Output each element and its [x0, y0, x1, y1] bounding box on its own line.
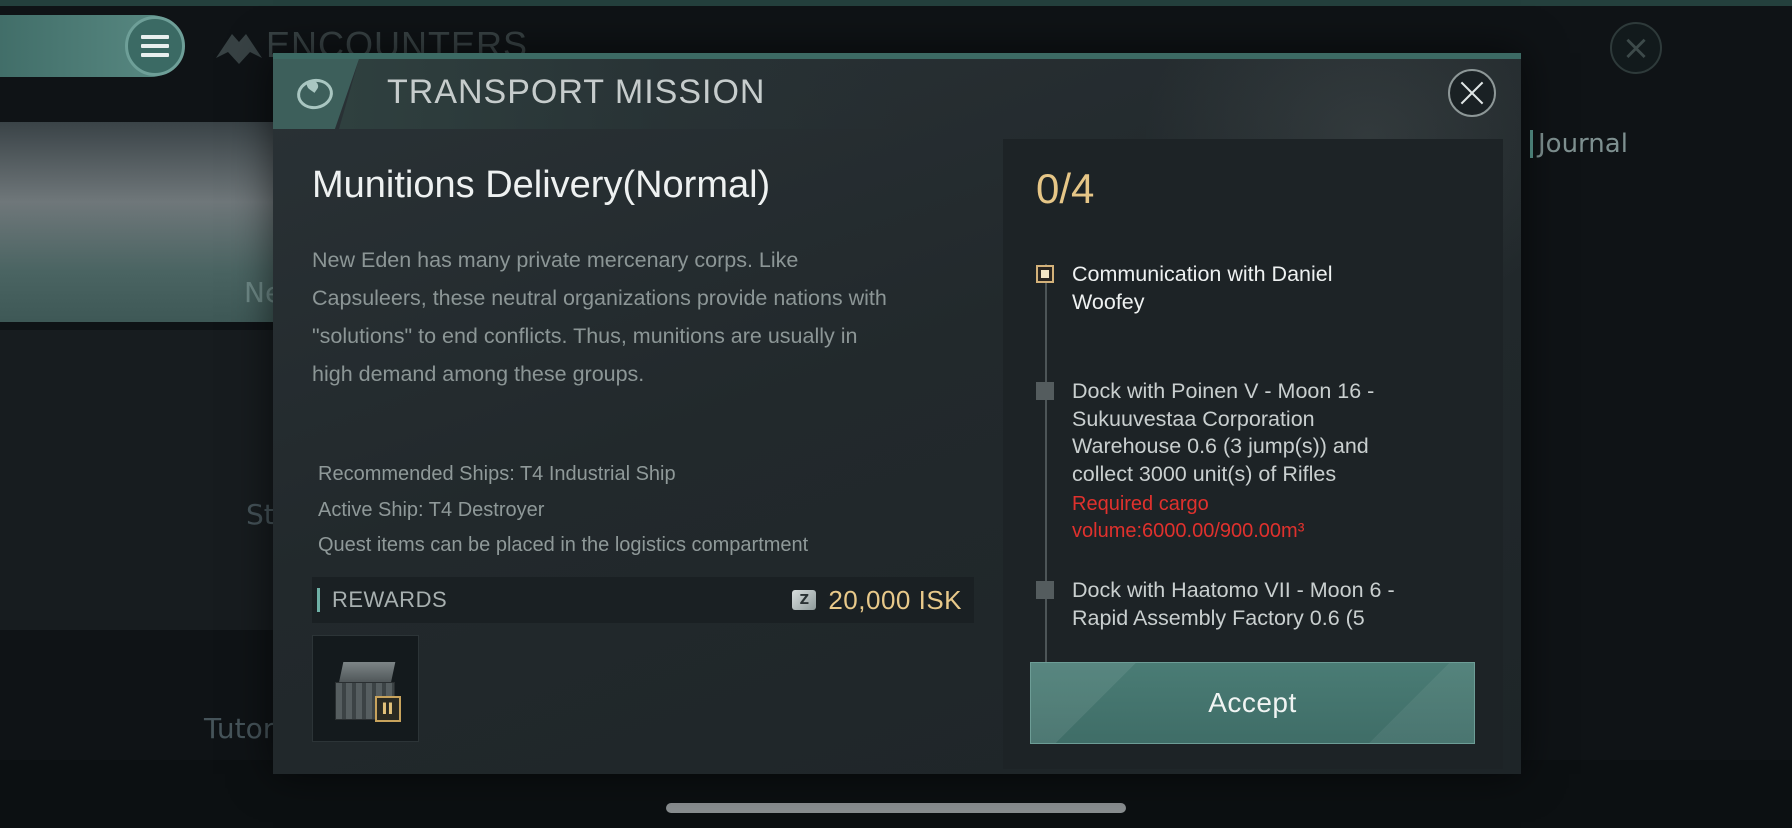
mission-name: Munitions Delivery(Normal) — [312, 164, 771, 206]
reward-item-slot[interactable]: II — [312, 635, 419, 742]
steps-list[interactable]: Communication with Daniel Woofey Dock wi… — [1003, 239, 1503, 689]
isk-amount: 20,000 ISK — [828, 584, 962, 615]
step-1-text: Communication with Daniel Woofey — [1072, 262, 1333, 314]
mission-progress-panel: 0/4 Communication with Daniel Woofey Doc… — [1003, 139, 1503, 769]
quest-items-note: Quest items can be placed in the logisti… — [318, 534, 809, 556]
step-node-icon — [1036, 382, 1054, 400]
journal-tab[interactable]: Journal — [1530, 130, 1628, 158]
step-3-text: Dock with Haatomo VII - Moon 6 - Rapid A… — [1072, 578, 1395, 630]
active-ship: Active Ship: T4 Destroyer — [318, 498, 545, 521]
modal-title: TRANSPORT MISSION — [387, 73, 766, 111]
accept-label: Accept — [1208, 687, 1297, 718]
step-node-icon — [1036, 581, 1054, 599]
rewards-bar: REWARDS Z 20,000 ISK — [312, 577, 974, 623]
cargo-volume-warning: Required cargo volume:6000.00/900.00m³ — [1072, 493, 1305, 542]
menu-button[interactable] — [125, 16, 185, 76]
mission-description: New Eden has many private mercenary corp… — [312, 248, 887, 386]
top-accent-line — [0, 0, 1792, 6]
background-card-2 — [0, 330, 280, 630]
close-button[interactable] — [1448, 69, 1496, 117]
mission-info: Recommended Ships: T4 Industrial Ship Ac… — [318, 457, 808, 564]
step-2-text: Dock with Poinen V - Moon 16 - Sukuuvest… — [1072, 379, 1375, 486]
rewards-label: REWARDS — [332, 587, 448, 612]
recommended-ships: Recommended Ships: T4 Industrial Ship — [318, 463, 676, 485]
accept-button[interactable]: Accept — [1030, 662, 1475, 744]
transport-mission-modal: TRANSPORT MISSION Munitions Delivery(Nor… — [273, 53, 1521, 774]
timeline-line — [1045, 264, 1047, 689]
isk-reward: Z 20,000 ISK — [792, 585, 962, 616]
background-tutorial-label: Tutor — [204, 712, 275, 745]
menu-icon — [141, 35, 169, 57]
cargo-crate-icon: II — [331, 654, 401, 724]
close-icon — [1459, 80, 1485, 106]
encounters-logo-icon — [216, 34, 262, 64]
background-card-image — [0, 122, 280, 322]
progress-count: 0/4 — [1036, 165, 1095, 212]
rewards-marker — [317, 588, 320, 612]
step-2-text-block: Dock with Poinen V - Moon 16 - Sukuuvest… — [1072, 378, 1402, 545]
step-active-node-icon — [1036, 265, 1054, 283]
isk-currency-icon: Z — [792, 590, 817, 610]
location-pin-icon — [294, 76, 336, 112]
background-card-2-label: St — [246, 498, 275, 531]
background-close-icon[interactable]: × — [1610, 22, 1662, 74]
home-indicator[interactable] — [666, 803, 1126, 813]
